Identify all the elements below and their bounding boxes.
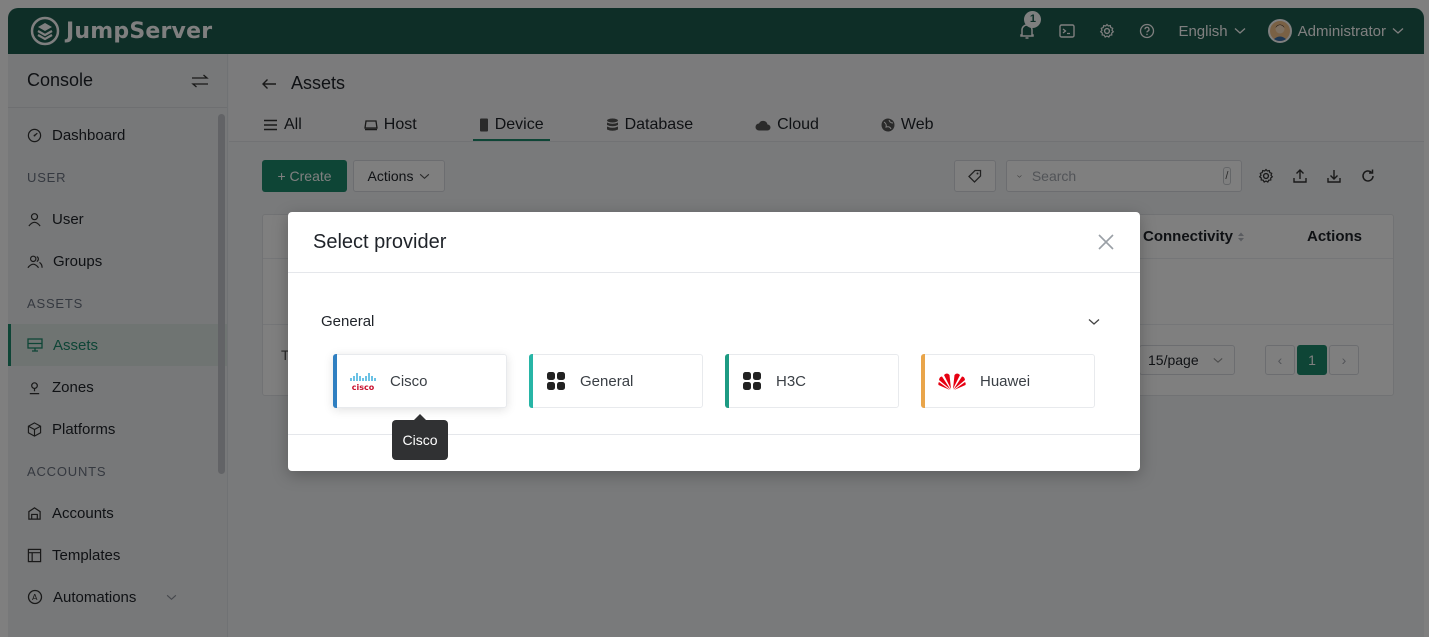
grid-icon [742, 371, 762, 391]
dialog-body: General cisco Cisco General H3C Huawei [288, 273, 1140, 435]
provider-accent-bar [921, 354, 925, 408]
provider-card-huawei[interactable]: Huawei [921, 354, 1095, 408]
provider-list: cisco Cisco General H3C Huawei [333, 354, 1095, 408]
tooltip: Cisco [392, 414, 448, 460]
provider-card-general[interactable]: General [529, 354, 703, 408]
dialog-header: Select provider [288, 212, 1140, 273]
cisco-logo-icon: cisco [350, 370, 376, 392]
chevron-down-icon[interactable] [1088, 318, 1100, 326]
huawei-logo-icon [938, 371, 966, 391]
grid-icon [546, 371, 566, 391]
provider-card-h3c[interactable]: H3C [725, 354, 899, 408]
provider-label: H3C [776, 372, 807, 390]
dialog-title: Select provider [313, 231, 447, 253]
provider-card-cisco[interactable]: cisco Cisco [333, 354, 507, 408]
provider-group-general[interactable]: General [321, 313, 1100, 330]
provider-group-label: General [321, 313, 375, 330]
provider-label: Huawei [980, 372, 1031, 390]
cisco-logo-text: cisco [352, 383, 375, 392]
close-icon[interactable] [1096, 232, 1116, 252]
provider-accent-bar [529, 354, 533, 408]
provider-label: Cisco [390, 372, 428, 390]
provider-accent-bar [725, 354, 729, 408]
provider-accent-bar [333, 354, 337, 408]
provider-label: General [580, 372, 634, 390]
